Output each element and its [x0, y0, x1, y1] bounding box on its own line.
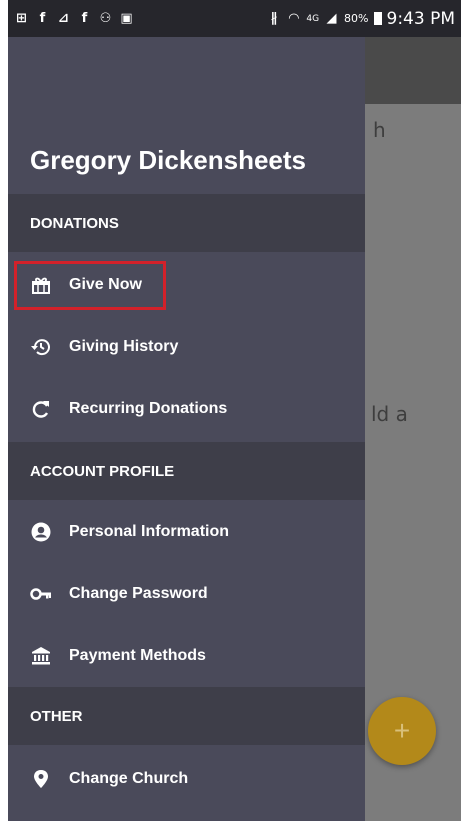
section-header-donations: DONATIONS: [8, 194, 365, 252]
section-header-account-profile: ACCOUNT PROFILE: [8, 442, 365, 500]
network-type: 4G: [306, 13, 320, 24]
status-bar: ⊞ f ⊿ f ⚇ ▣ ∦ ◠ 4G ◢ 80% 9:43 PM: [8, 0, 461, 37]
facebook-icon: f: [39, 11, 46, 26]
menu-item-payment-methods[interactable]: Payment Methods: [8, 626, 365, 686]
menu-item-label: Change Church: [69, 770, 189, 787]
menu-item-label: Giving History: [69, 338, 179, 355]
menu-item-giving-history[interactable]: Giving History: [8, 317, 365, 377]
bank-icon: [30, 645, 52, 667]
refresh-icon: [30, 398, 52, 420]
clock: 9:43 PM: [386, 8, 456, 29]
gift-icon: [30, 274, 52, 296]
notification-icons: ⊞ f ⊿ f ⚇ ▣: [14, 11, 134, 26]
bluetooth-icon: ∦: [270, 11, 278, 26]
background-text: ld a: [371, 402, 408, 426]
menu-item-label: Give Now: [69, 276, 142, 293]
history-icon: [30, 336, 52, 358]
section-header-other: OTHER: [8, 687, 365, 745]
menu-item-change-church[interactable]: Change Church: [8, 749, 365, 809]
location-pin-icon: [30, 768, 52, 790]
battery-percent: 80%: [344, 12, 369, 25]
background-app-bar: [363, 37, 461, 104]
background-text: h: [373, 118, 386, 142]
menu-item-change-password[interactable]: Change Password: [8, 564, 365, 624]
user-name: Gregory Dickensheets: [30, 145, 307, 175]
image-icon: ▣: [120, 11, 133, 26]
pin-icon: ⊿: [58, 11, 69, 26]
facebook-icon: f: [81, 11, 88, 26]
accessibility-icon: ⚇: [99, 11, 112, 26]
menu-item-personal-information[interactable]: Personal Information: [8, 502, 365, 562]
signal-icon: ◢: [326, 11, 337, 26]
app-frame: ⊞ f ⊿ f ⚇ ▣ ∦ ◠ 4G ◢ 80% 9:43 PM h ld a …: [8, 0, 461, 821]
menu-item-label: Payment Methods: [69, 647, 206, 664]
key-icon: [30, 583, 52, 605]
account-circle-icon: [30, 521, 52, 543]
plus-square-icon: ⊞: [16, 11, 27, 26]
plus-icon: +: [393, 715, 411, 746]
menu-item-label: Change Password: [69, 585, 208, 602]
add-fab-button[interactable]: +: [368, 697, 436, 765]
menu-item-recurring-donations[interactable]: Recurring Donations: [8, 379, 365, 439]
menu-item-label: Recurring Donations: [69, 400, 228, 417]
battery-icon: [373, 12, 382, 25]
menu-item-label: Personal Information: [69, 523, 230, 540]
menu-item-give-now[interactable]: Give Now: [8, 255, 365, 315]
navigation-drawer: Gregory Dickensheets DONATIONS Give Now …: [8, 37, 365, 821]
wifi-icon: ◠: [288, 11, 299, 26]
